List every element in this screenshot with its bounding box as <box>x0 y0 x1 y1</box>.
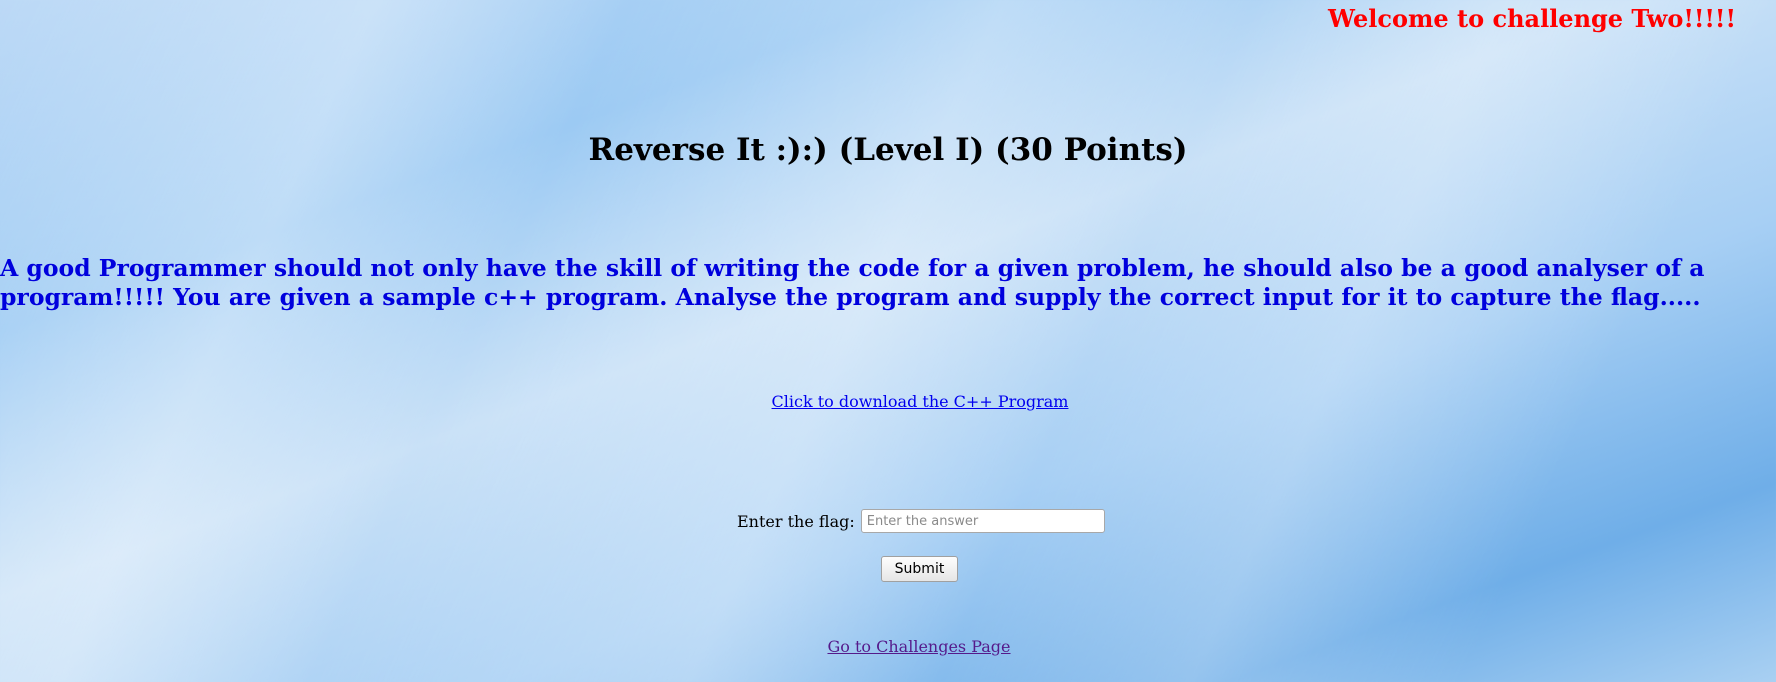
download-program-link[interactable]: Click to download the C++ Program <box>0 392 1776 411</box>
challenge-title: Reverse It :):) (Level I) (30 Points) <box>588 132 1188 168</box>
welcome-heading: Welcome to challenge Two!!!!! <box>1327 4 1736 33</box>
challenge-description: A good Programmer should not only have t… <box>0 254 1705 311</box>
flag-form-row: Enter the flag: <box>737 509 1105 533</box>
submit-button[interactable]: Submit <box>881 556 958 582</box>
flag-label: Enter the flag: <box>737 511 855 531</box>
go-to-challenges-link[interactable]: Go to Challenges Page <box>0 637 1776 656</box>
flag-input[interactable] <box>860 509 1105 533</box>
